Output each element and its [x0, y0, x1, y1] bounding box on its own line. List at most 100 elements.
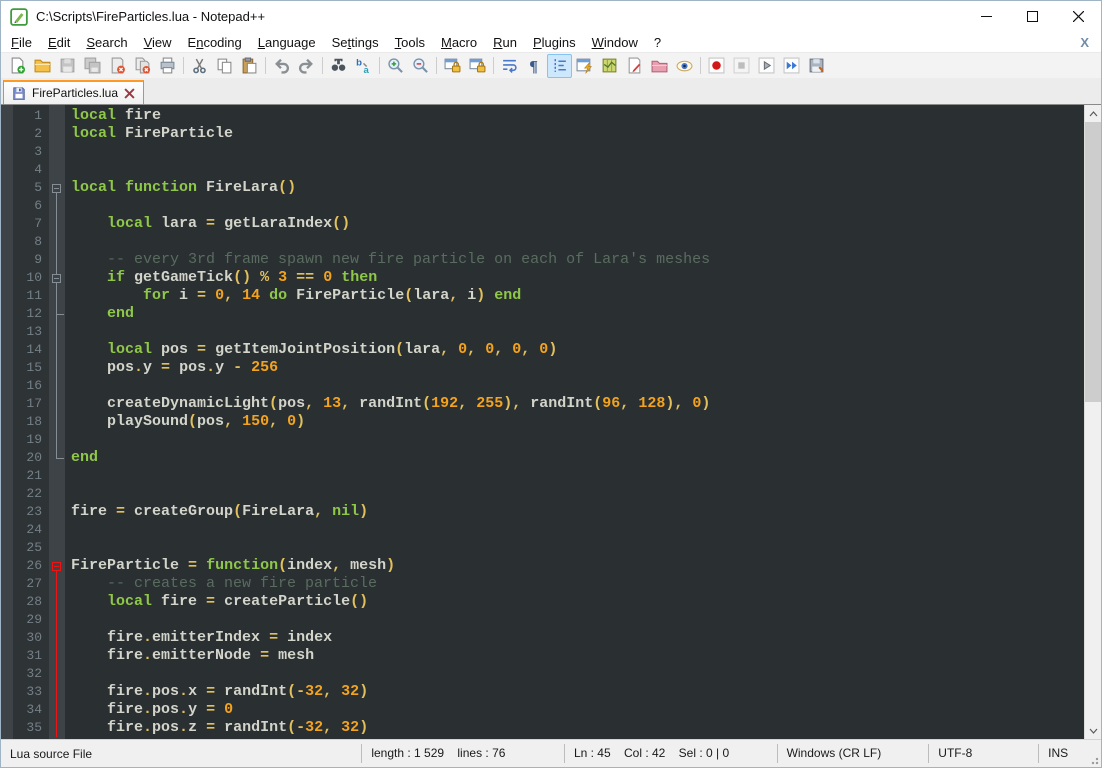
line-number: 4 [1, 161, 49, 179]
tab-close-icon[interactable] [124, 88, 135, 99]
fold-marker[interactable] [49, 179, 65, 197]
menu-item-window[interactable]: Window [584, 33, 646, 52]
fold-margin-cell [49, 665, 65, 683]
folder-as-workspace-button[interactable] [647, 54, 672, 78]
code-line: 29 [1, 611, 1084, 629]
open-file-button[interactable] [30, 54, 55, 78]
menu-item-help[interactable]: ? [646, 33, 669, 52]
resize-grip[interactable] [1089, 755, 1099, 765]
macro-record-button[interactable] [704, 54, 729, 78]
line-number: 1 [1, 107, 49, 125]
line-number: 12 [1, 305, 49, 323]
line-number: 24 [1, 521, 49, 539]
macro-play-button[interactable] [754, 54, 779, 78]
fold-marker[interactable] [49, 269, 65, 287]
status-eol-format: Windows (CR LF) [777, 744, 929, 763]
svg-text:¶: ¶ [529, 58, 538, 74]
fold-margin-cell [49, 629, 65, 647]
undo-button[interactable] [269, 54, 294, 78]
menu-item-language[interactable]: Language [250, 33, 324, 52]
menu-item-search[interactable]: Search [78, 33, 135, 52]
print-button[interactable] [155, 54, 180, 78]
cut-button[interactable] [187, 54, 212, 78]
close-all-button[interactable] [130, 54, 155, 78]
saved-file-floppy-icon [12, 86, 26, 100]
code-line: 27 -- creates a new fire particle [1, 575, 1084, 593]
scroll-up-button[interactable] [1085, 105, 1101, 122]
tab-bar: FireParticles.lua [1, 78, 1101, 105]
menu-item-settings[interactable]: Settings [324, 33, 387, 52]
function-list-button[interactable] [572, 54, 597, 78]
fold-margin-cell [49, 143, 65, 161]
fold-marker[interactable] [49, 557, 65, 575]
menu-item-tools[interactable]: Tools [387, 33, 433, 52]
code-text [65, 161, 71, 179]
macro-save-button[interactable] [804, 54, 829, 78]
menu-bar-items: FileEditSearchViewEncodingLanguageSettin… [1, 33, 669, 52]
code-text: local pos = getItemJointPosition(lara, 0… [65, 341, 557, 359]
toolbar-separator [436, 57, 437, 74]
scroll-down-button[interactable] [1085, 722, 1101, 739]
maximize-button[interactable] [1009, 1, 1055, 32]
code-text: local lara = getLaraIndex() [65, 215, 350, 233]
menu-item-view[interactable]: View [136, 33, 180, 52]
fold-margin-cell [49, 701, 65, 719]
code-text [65, 233, 71, 251]
save-file-button[interactable] [55, 54, 80, 78]
sync-horizontal-scroll-button[interactable] [465, 54, 490, 78]
zoom-out-button[interactable] [408, 54, 433, 78]
macro-run-multiple-button[interactable] [779, 54, 804, 78]
code-text: local function FireLara() [65, 179, 296, 197]
code-line: 17 createDynamicLight(pos, 13, randInt(1… [1, 395, 1084, 413]
code-line: 7 local lara = getLaraIndex() [1, 215, 1084, 233]
line-number: 3 [1, 143, 49, 161]
new-file-button[interactable] [5, 54, 30, 78]
zoom-in-button[interactable] [383, 54, 408, 78]
minimize-button[interactable] [963, 1, 1009, 32]
file-monitoring-button[interactable] [672, 54, 697, 78]
line-number: 15 [1, 359, 49, 377]
menu-item-plugins[interactable]: Plugins [525, 33, 584, 52]
replace-button[interactable]: ba [351, 54, 376, 78]
paste-button[interactable] [237, 54, 262, 78]
code-line: 25 [1, 539, 1084, 557]
tab-fireparticles-lua[interactable]: FireParticles.lua [3, 80, 144, 104]
menu-item-encoding[interactable]: Encoding [180, 33, 250, 52]
toolbar-separator [322, 57, 323, 74]
macro-stop-button[interactable] [729, 54, 754, 78]
word-wrap-button[interactable] [497, 54, 522, 78]
code-line: 30 fire.emitterIndex = index [1, 629, 1084, 647]
find-button[interactable] [326, 54, 351, 78]
show-indent-guide-button[interactable] [547, 54, 572, 78]
close-document-x[interactable]: X [1080, 35, 1089, 50]
show-all-characters-button[interactable]: ¶ [522, 54, 547, 78]
menu-item-run[interactable]: Run [485, 33, 525, 52]
menu-item-macro[interactable]: Macro [433, 33, 485, 52]
fold-margin-cell [49, 539, 65, 557]
save-all-button[interactable] [80, 54, 105, 78]
redo-button[interactable] [294, 54, 319, 78]
menu-item-file[interactable]: File [3, 33, 40, 52]
fold-margin-cell [49, 125, 65, 143]
close-button[interactable] [1055, 1, 1101, 32]
status-doc-size: length : 1 529 lines : 76 [361, 744, 564, 763]
editor-pane[interactable]: 1local fire2local FireParticle345local f… [1, 105, 1101, 739]
code-text: fire.pos.z = randInt(-32, 32) [65, 719, 368, 737]
menu-bar: FileEditSearchViewEncodingLanguageSettin… [1, 32, 1101, 52]
fold-margin-cell [49, 287, 65, 305]
code-text: end [65, 305, 134, 323]
sync-vertical-scroll-button[interactable] [440, 54, 465, 78]
line-number: 35 [1, 719, 49, 737]
close-file-button[interactable] [105, 54, 130, 78]
menu-item-edit[interactable]: Edit [40, 33, 78, 52]
fold-margin-cell [49, 485, 65, 503]
code-text: FireParticle = function(index, mesh) [65, 557, 395, 575]
copy-button[interactable] [212, 54, 237, 78]
code-text [65, 521, 71, 539]
code-line: 15 pos.y = pos.y - 256 [1, 359, 1084, 377]
vertical-scrollbar[interactable] [1084, 105, 1101, 739]
document-list-button[interactable] [622, 54, 647, 78]
editor-rows[interactable]: 1local fire2local FireParticle345local f… [1, 107, 1084, 739]
document-map-button[interactable] [597, 54, 622, 78]
scrollbar-thumb[interactable] [1085, 122, 1101, 402]
